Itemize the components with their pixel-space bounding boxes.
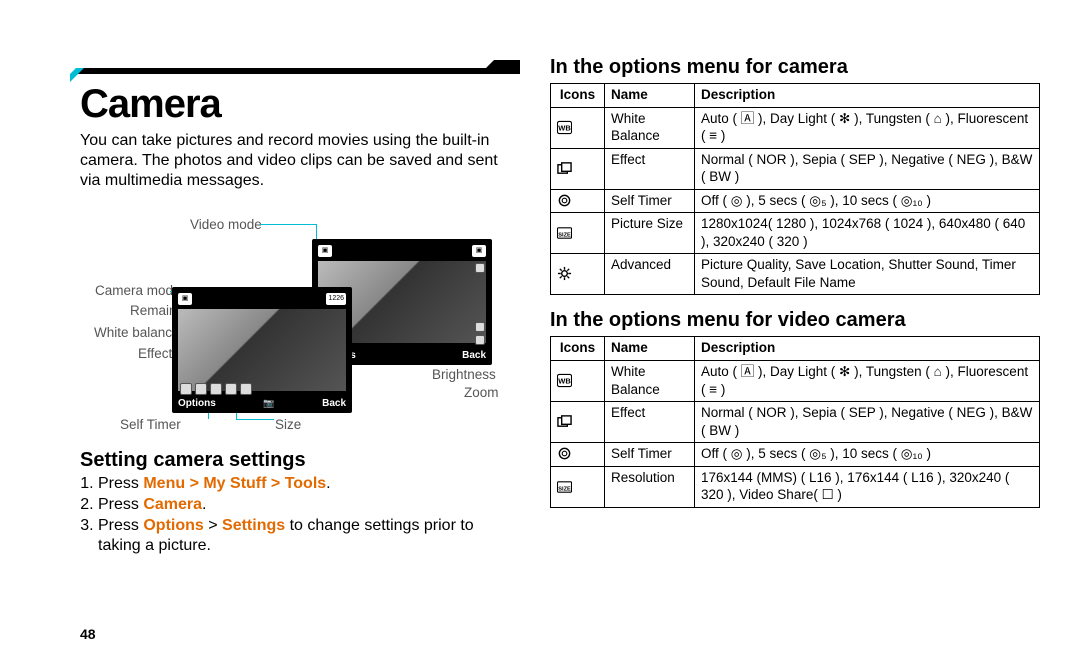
row-desc: Normal ( NOR ), Sepia ( SEP ), Negative … (695, 402, 1040, 443)
heading-options-camera: In the options menu for camera (550, 56, 1040, 79)
page-number: 48 (80, 626, 96, 642)
video-icon: ▣ (318, 245, 332, 257)
row-icon (557, 193, 572, 208)
label-size: Size (275, 417, 301, 432)
row-desc: Off ( ◎ ), 5 secs ( ◎₅ ), 10 secs ( ◎₁₀ … (695, 189, 1040, 213)
row-icon (557, 414, 572, 429)
softkey-back: Back (462, 350, 486, 361)
screenshot-diagram: ▣▣ Options Back ▣ 1226 Options 📷 Bac (80, 209, 510, 439)
row-name: White Balance (605, 361, 695, 402)
row-name: Self Timer (605, 189, 695, 213)
label-brightness: Brightness (432, 367, 496, 382)
video-options-table: Icons Name Description White BalanceAuto… (550, 336, 1040, 507)
camera-screenshot: ▣ 1226 Options 📷 Back (172, 287, 352, 413)
table-row: White BalanceAuto ( 🄰 ), Day Light ( ✻ )… (551, 107, 1040, 148)
label-camera-mode: Camera mode (95, 283, 181, 298)
th-name: Name (605, 337, 695, 361)
softkey-options: Options (178, 398, 216, 409)
label-self-timer: Self Timer (120, 417, 181, 432)
camera-options-table: Icons Name Description White BalanceAuto… (550, 83, 1040, 295)
label-video-mode: Video mode (190, 217, 262, 232)
label-white-balance: White balance (94, 325, 180, 340)
label-effect: Effect (138, 346, 172, 361)
softkey-back: Back (322, 398, 346, 409)
row-name: Self Timer (605, 443, 695, 467)
page-title: Camera (80, 82, 510, 127)
step-3: Press Options > Settings to change setti… (98, 516, 510, 558)
row-name: Effect (605, 148, 695, 189)
remain-counter: 1226 (326, 293, 346, 305)
table-row: Self TimerOff ( ◎ ), 5 secs ( ◎₅ ), 10 s… (551, 443, 1040, 467)
step-2: Press Camera. (98, 495, 510, 516)
header-stripe (70, 60, 520, 82)
th-description: Description (695, 84, 1040, 108)
row-desc: Auto ( 🄰 ), Day Light ( ✻ ), Tungsten ( … (695, 107, 1040, 148)
row-icon (557, 373, 572, 388)
row-name: Resolution (605, 466, 695, 507)
camera-icon: ▣ (178, 293, 192, 305)
row-icon (557, 479, 572, 494)
table-row: AdvancedPicture Quality, Save Location, … (551, 254, 1040, 295)
table-row: Resolution176x144 (MMS) ( L16 ), 176x144… (551, 466, 1040, 507)
label-remain: Remain (130, 303, 177, 318)
row-desc: Normal ( NOR ), Sepia ( SEP ), Negative … (695, 148, 1040, 189)
row-icon (557, 266, 572, 281)
row-icon (557, 120, 572, 135)
row-icon (557, 446, 572, 461)
row-desc: 1280x1024( 1280 ), 1024x768 ( 1024 ), 64… (695, 213, 1040, 254)
heading-settings: Setting camera settings (80, 449, 510, 472)
row-name: Effect (605, 402, 695, 443)
table-row: Self TimerOff ( ◎ ), 5 secs ( ◎₅ ), 10 s… (551, 189, 1040, 213)
table-row: EffectNormal ( NOR ), Sepia ( SEP ), Neg… (551, 402, 1040, 443)
table-row: EffectNormal ( NOR ), Sepia ( SEP ), Neg… (551, 148, 1040, 189)
row-icon (557, 225, 572, 240)
row-name: White Balance (605, 107, 695, 148)
th-description: Description (695, 337, 1040, 361)
intro-text: You can take pictures and record movies … (80, 131, 510, 191)
row-icon (557, 161, 572, 176)
row-name: Picture Size (605, 213, 695, 254)
row-name: Advanced (605, 254, 695, 295)
th-name: Name (605, 84, 695, 108)
row-desc: 176x144 (MMS) ( L16 ), 176x144 ( L16 ), … (695, 466, 1040, 507)
row-desc: Auto ( 🄰 ), Day Light ( ✻ ), Tungsten ( … (695, 361, 1040, 402)
label-zoom: Zoom (464, 385, 499, 400)
row-desc: Off ( ◎ ), 5 secs ( ◎₅ ), 10 secs ( ◎₁₀ … (695, 443, 1040, 467)
row-desc: Picture Quality, Save Location, Shutter … (695, 254, 1040, 295)
heading-options-video: In the options menu for video camera (550, 309, 1040, 332)
th-icons: Icons (551, 84, 605, 108)
icon-strip (180, 383, 252, 395)
settings-steps: Press Menu > My Stuff > Tools. Press Cam… (80, 474, 510, 557)
table-row: Picture Size1280x1024( 1280 ), 1024x768 … (551, 213, 1040, 254)
th-icons: Icons (551, 337, 605, 361)
step-1: Press Menu > My Stuff > Tools. (98, 474, 510, 495)
table-row: White BalanceAuto ( 🄰 ), Day Light ( ✻ )… (551, 361, 1040, 402)
